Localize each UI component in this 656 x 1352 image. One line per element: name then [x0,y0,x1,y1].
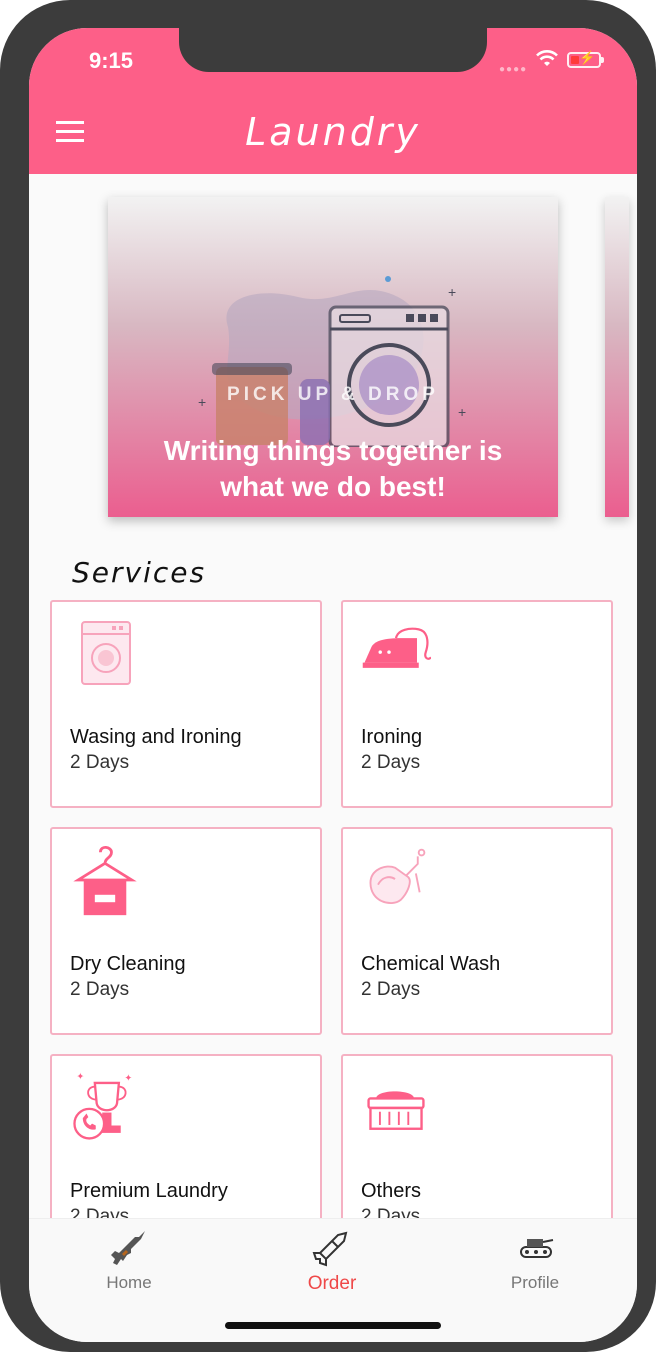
service-name: Dry Cleaning [70,953,186,975]
washing-machine-icon [81,621,131,685]
banner-eyebrow: PICK UP & DROP [227,384,439,405]
service-duration: 2 Days [70,752,130,773]
nav-home-label: Home [106,1273,152,1292]
service-card-dry-cleaning[interactable]: Dry Cleaning 2 Days [50,827,322,1035]
phone-frame: 9:15 ●●●● ⚡ Laundry + + + PICK UP & DROP… [0,0,656,1352]
svg-text:+: + [458,404,466,420]
service-name: Premium Laundry [70,1180,228,1202]
trophy-icon: ✦ ✦ [73,1071,132,1140]
app-screen: 9:15 ●●●● ⚡ Laundry + + + PICK UP & DROP… [29,28,637,1342]
nav-order-label: Order [307,1273,357,1294]
device-notch [179,28,487,72]
svg-text:✦: ✦ [124,1073,132,1083]
service-card-chemical-wash[interactable]: Chemical Wash 2 Days [341,827,613,1035]
status-time: 9:15 [89,48,134,73]
services-grid: Wasing and Ironing 2 Days Ironing 2 Days [50,600,616,1220]
home-indicator [225,1322,441,1329]
service-card-washing[interactable]: Wasing and Ironing 2 Days [50,600,322,808]
service-duration: 2 Days [361,752,421,773]
rifle-icon [111,1231,145,1265]
wifi-icon [536,50,558,66]
laundry-basket-icon [367,1091,425,1130]
banner-headline: Writing things together is what we do be… [163,435,503,502]
app-title: Laundry [245,110,421,154]
spray-bottle-icon [369,848,426,905]
app-bar: 9:15 ●●●● ⚡ Laundry [29,28,637,174]
rocket-icon [312,1231,348,1267]
nav-profile-label: Profile [510,1273,560,1292]
iron-icon [362,627,431,668]
cellular-signal-icon: ●●●● [499,64,528,75]
hanger-icon [73,846,137,916]
service-name: Ironing [361,726,423,748]
service-duration: 2 Days [361,979,421,1000]
laundry-illustration: + + + [198,276,466,447]
service-name: Wasing and Ironing [70,726,242,748]
nav-profile[interactable]: Profile [465,1229,605,1293]
service-name: Others [361,1180,422,1202]
section-title: Services [72,556,207,589]
svg-text:+: + [448,284,456,300]
battery-icon: ⚡ [567,50,604,68]
svg-text:✦: ✦ [76,1071,84,1081]
service-duration: 2 Days [70,979,130,1000]
service-card-premium[interactable]: ✦ ✦ Premium Laundry 2 Days [50,1054,322,1220]
service-card-others[interactable]: Others 2 Days [341,1054,613,1220]
service-name: Chemical Wash [361,953,501,975]
nav-order[interactable]: Order [262,1229,402,1295]
next-banner-peek[interactable] [605,197,629,517]
promo-banner[interactable]: + + + PICK UP & DROP Writing things toge… [108,197,558,517]
nav-home[interactable]: Home [59,1229,199,1293]
tank-icon [520,1239,554,1258]
service-card-ironing[interactable]: Ironing 2 Days [341,600,613,808]
